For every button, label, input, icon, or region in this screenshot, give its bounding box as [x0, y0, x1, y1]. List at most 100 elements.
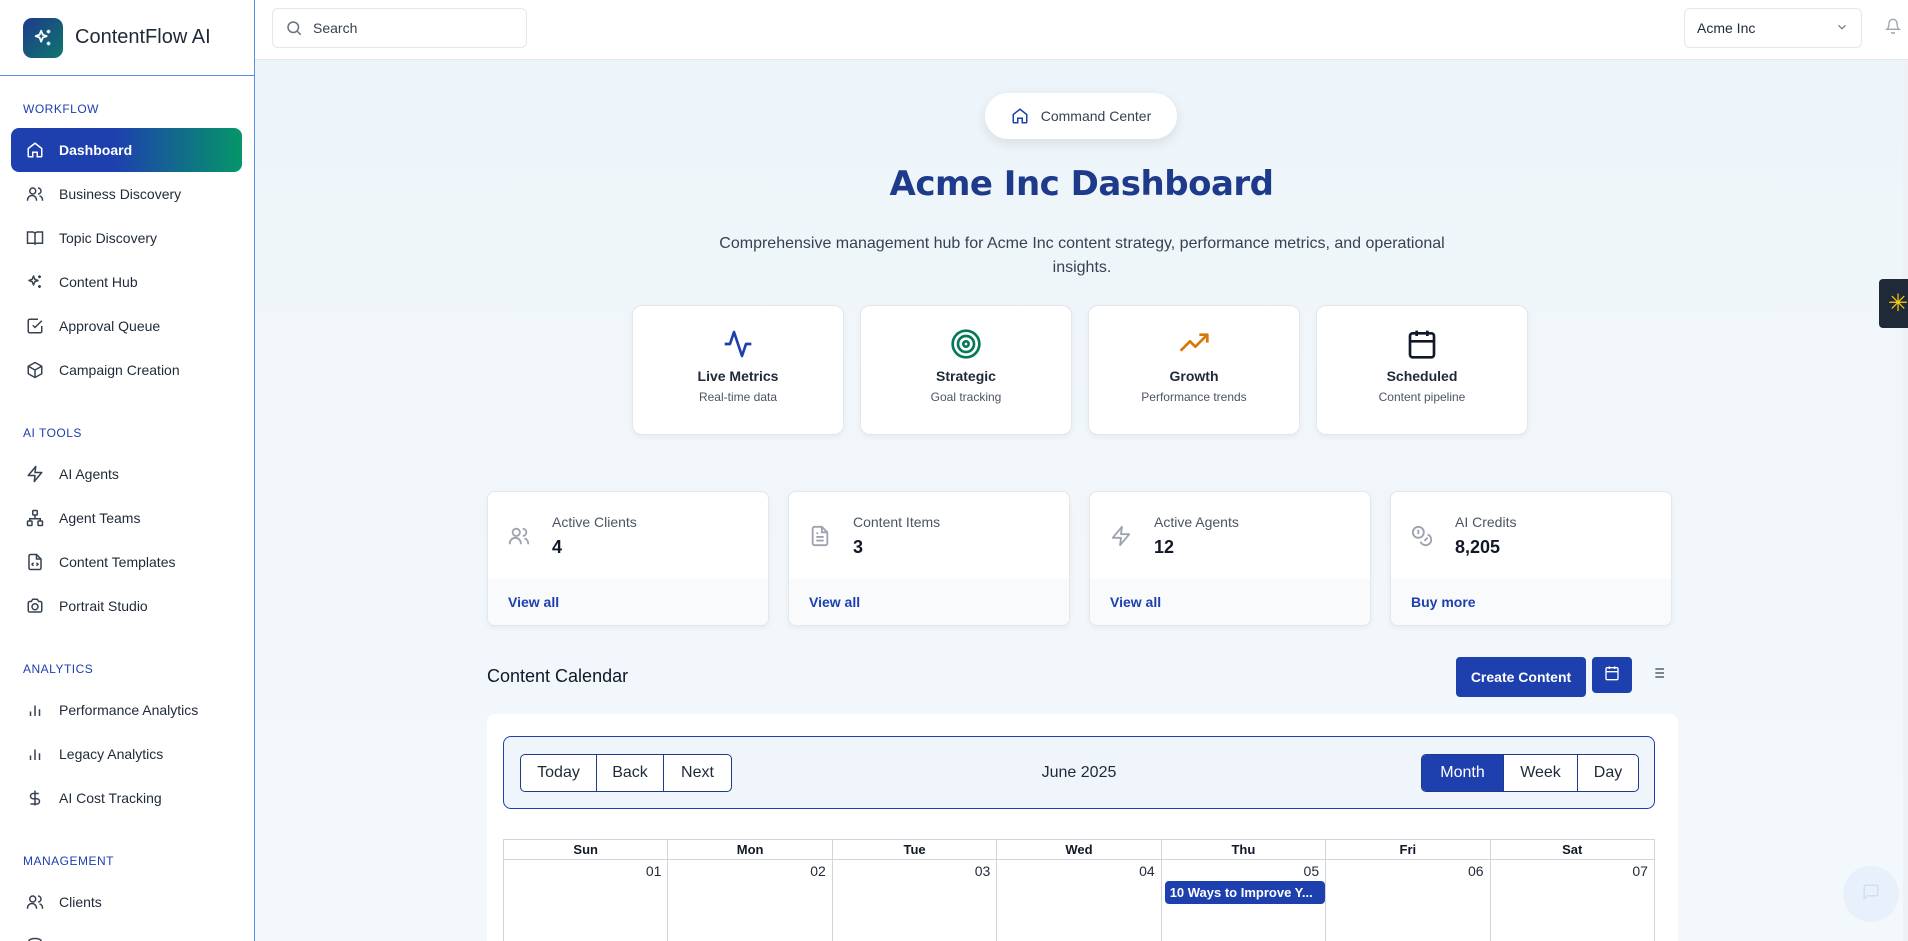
users-icon — [25, 892, 45, 912]
scrollbar[interactable] — [1903, 60, 1908, 941]
sidebar-item-business-discovery[interactable]: Business Discovery — [11, 172, 242, 216]
calendar-day-cell[interactable]: 04 — [997, 860, 1162, 941]
day-number: 03 — [974, 863, 991, 879]
month-view-button[interactable]: Month — [1422, 755, 1504, 791]
sidebar-item-topic-discovery[interactable]: Topic Discovery — [11, 216, 242, 260]
sparkles-logo-icon — [23, 17, 63, 58]
topbar: Search Acme Inc — [255, 0, 1908, 60]
weekday-label: Tue — [833, 840, 998, 859]
feature-title: Growth — [1169, 368, 1219, 384]
sidebar-item-label: Performance Analytics — [59, 702, 199, 718]
weekday-label: Mon — [668, 840, 833, 859]
calendar-event[interactable]: 10 Ways to Improve Y... — [1164, 881, 1325, 904]
section-title-management: MANAGEMENT — [23, 854, 115, 868]
coins-icon — [1411, 525, 1433, 552]
search-input[interactable]: Search — [272, 8, 527, 48]
feature-subtitle: Content pipeline — [1378, 390, 1466, 404]
camera-icon — [25, 596, 45, 616]
calendar-view-button[interactable] — [1592, 657, 1632, 693]
stat-label: Active Agents — [1154, 514, 1239, 530]
sidebar-item-performance-analytics[interactable]: Performance Analytics — [11, 688, 242, 732]
org-select[interactable]: Acme Inc — [1684, 8, 1862, 48]
sidebar-item-agent-teams[interactable]: Agent Teams — [11, 496, 242, 540]
calendar-title: Content Calendar — [487, 666, 629, 686]
day-number: 06 — [1467, 863, 1484, 879]
stat-label: Active Clients — [552, 514, 637, 530]
network-icon — [25, 508, 45, 528]
dollar-icon — [25, 788, 45, 808]
sidebar-item-dashboard[interactable]: Dashboard — [11, 128, 242, 172]
create-content-button[interactable]: Create Content — [1456, 657, 1586, 697]
calendar-day-cell[interactable]: 03 — [833, 860, 998, 941]
day-number: 05 — [1303, 863, 1320, 879]
sidebar-item-content-hub[interactable]: Content Hub — [11, 260, 242, 304]
bell-icon[interactable] — [1884, 18, 1902, 39]
file-code-icon — [25, 552, 45, 572]
buy-more-link[interactable]: Buy more — [1391, 579, 1671, 625]
chat-button[interactable] — [1843, 866, 1899, 922]
view-all-link[interactable]: View all — [488, 579, 768, 625]
sidebar-item-label: Content Templates — [59, 554, 176, 570]
feature-card-strategic: Strategic Goal tracking — [860, 305, 1072, 435]
day-number: 02 — [810, 863, 826, 879]
calendar-day-cell[interactable]: 01 — [504, 860, 669, 941]
day-view-button[interactable]: Day — [1578, 755, 1638, 791]
sidebar-item-ai-cost-tracking[interactable]: AI Cost Tracking — [11, 776, 242, 820]
view-all-link[interactable]: View all — [1090, 579, 1370, 625]
sidebar-item-ai-agents[interactable]: AI Agents — [11, 452, 242, 496]
box-icon — [25, 360, 45, 380]
calendar-day-cell[interactable]: 02 — [668, 860, 833, 941]
list-view-button[interactable] — [1638, 657, 1678, 693]
calendar-icon — [1604, 665, 1620, 686]
users-icon — [508, 525, 530, 552]
sidebar-item-portrait-studio[interactable]: Portrait Studio — [11, 584, 242, 628]
sidebar-item-approval-queue[interactable]: Approval Queue — [11, 304, 242, 348]
sidebar-item-partial[interactable] — [11, 924, 242, 941]
pill-label: Command Center — [1040, 108, 1152, 124]
calendar-card: Today Back Next June 2025 Month Week Day… — [487, 714, 1678, 941]
bar-chart-icon — [25, 700, 45, 720]
section-title-ai-tools: AI TOOLS — [23, 426, 82, 440]
stat-card-active-agents: Active Agents 12 View all — [1089, 491, 1371, 626]
database-icon — [25, 936, 45, 941]
sidebar-item-label: Legacy Analytics — [59, 746, 164, 762]
view-all-link[interactable]: View all — [789, 579, 1069, 625]
calendar-grid: Sun Mon Tue Wed Thu Fri Sat 01 02 03 04 … — [503, 839, 1655, 941]
sidebar-item-campaign-creation[interactable]: Campaign Creation — [11, 348, 242, 392]
calendar-day-cell[interactable]: 06 — [1326, 860, 1491, 941]
sidebar-item-label: Portrait Studio — [59, 598, 148, 614]
stat-label: AI Credits — [1455, 514, 1517, 530]
sidebar: ContentFlow AI WORKFLOW Dashboard Busine… — [0, 0, 255, 941]
weekday-header: Sun Mon Tue Wed Thu Fri Sat — [503, 839, 1655, 860]
command-center-pill: Command Center — [985, 93, 1177, 139]
page-description: Comprehensive management hub for Acme In… — [719, 235, 1445, 276]
app-name: ContentFlow AI — [75, 26, 211, 48]
home-icon — [1011, 107, 1029, 125]
week-view-button[interactable]: Week — [1504, 755, 1578, 791]
stat-card-content-items: Content Items 3 View all — [788, 491, 1070, 626]
feature-subtitle: Real-time data — [698, 390, 778, 404]
day-number: 01 — [645, 863, 662, 879]
list-icon — [1650, 665, 1666, 686]
sidebar-item-legacy-analytics[interactable]: Legacy Analytics — [11, 732, 242, 776]
stat-card-ai-credits: AI Credits 8,205 Buy more — [1390, 491, 1672, 626]
calendar-toolbar: Today Back Next June 2025 Month Week Day — [503, 736, 1655, 809]
feature-card-live-metrics: Live Metrics Real-time data — [632, 305, 844, 435]
calendar-icon — [1317, 328, 1527, 360]
asterisk-widget-icon[interactable]: ✳ — [1879, 279, 1908, 328]
main-content: Command Center Acme Inc Dashboard Compre… — [255, 60, 1908, 941]
stat-value: 12 — [1154, 537, 1175, 557]
sidebar-item-content-templates[interactable]: Content Templates — [11, 540, 242, 584]
sidebar-item-label: Approval Queue — [59, 318, 161, 334]
calendar-day-cell[interactable]: 05 10 Ways to Improve Y... — [1162, 860, 1327, 941]
sidebar-item-label: Dashboard — [59, 142, 133, 158]
feature-title: Scheduled — [1386, 368, 1458, 384]
calendar-day-cell[interactable]: 07 — [1491, 860, 1654, 941]
weekday-label: Sat — [1562, 842, 1583, 857]
day-number: 04 — [1139, 863, 1155, 879]
calendar-view-group: Month Week Day — [1421, 754, 1639, 792]
search-placeholder: Search — [313, 20, 358, 36]
day-number: 07 — [1632, 863, 1648, 879]
brand[interactable]: ContentFlow AI — [0, 0, 254, 76]
sidebar-item-clients[interactable]: Clients — [11, 880, 242, 924]
